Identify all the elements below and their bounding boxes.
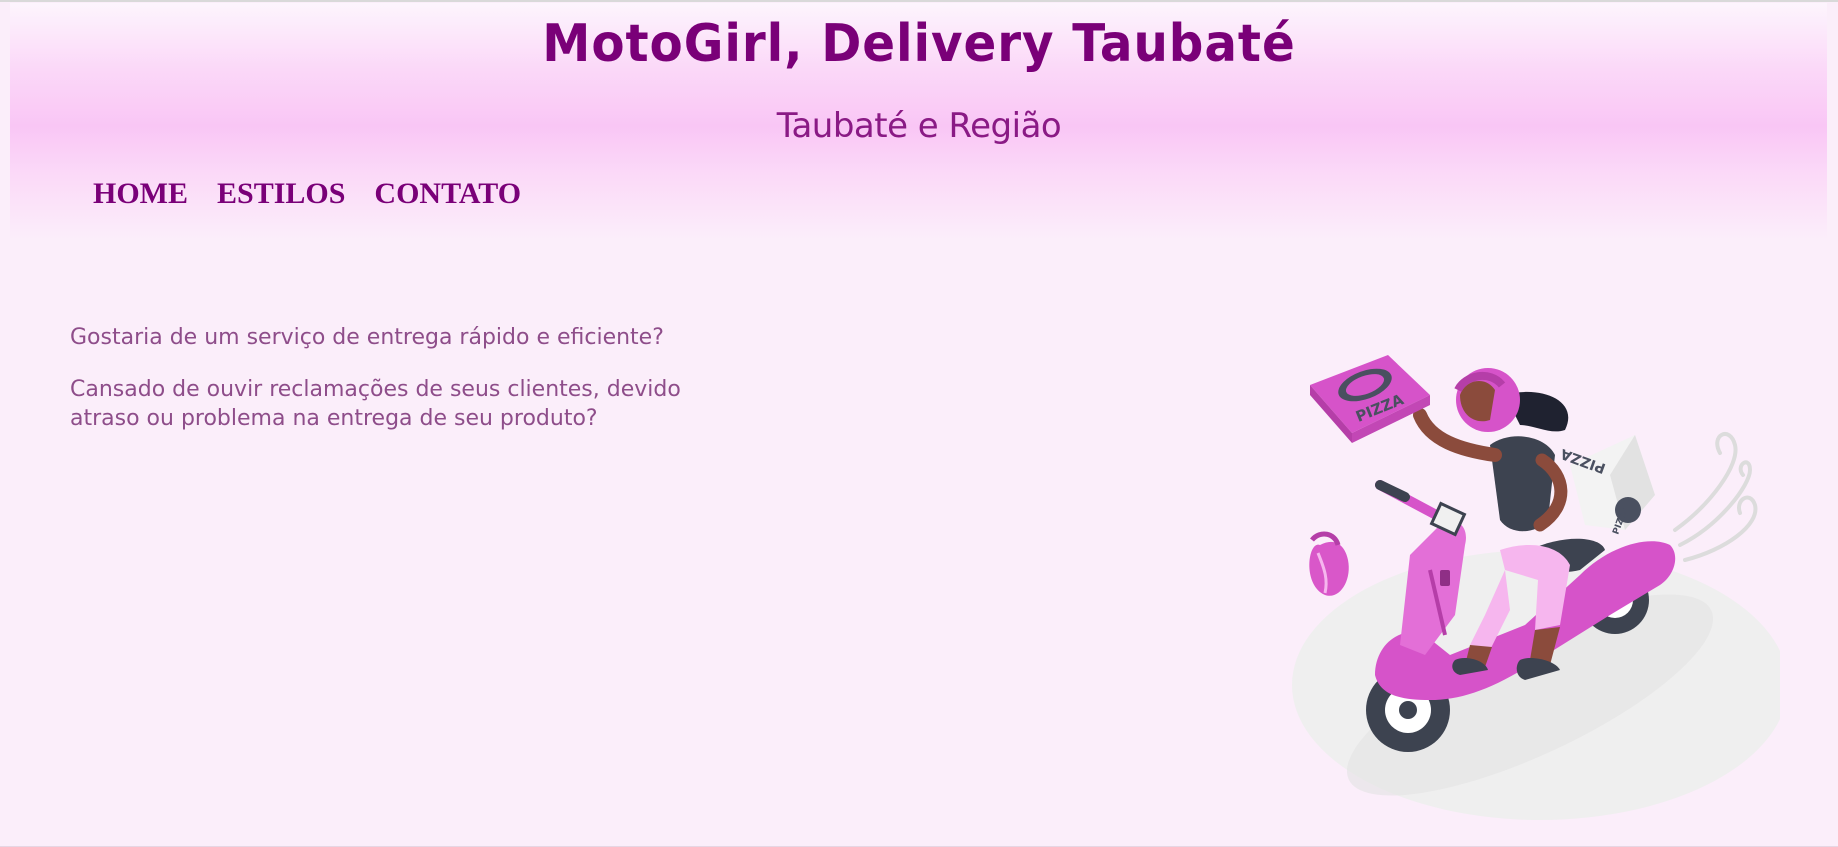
intro-paragraph-1: Gostaria de um serviço de entrega rápido… (70, 325, 664, 350)
top-divider (0, 0, 1838, 2)
spare-helmet (1309, 531, 1349, 596)
page: MotoGirl, Delivery Taubaté Taubaté e Reg… (0, 0, 1838, 847)
rider-helmet (1454, 368, 1520, 432)
nav-item-estilos[interactable]: ESTILOS (217, 177, 345, 211)
pizza-box: PIZZA (1310, 355, 1430, 443)
nav-item-contato[interactable]: CONTATO (374, 177, 521, 211)
intro-text: Gostaria de um serviço de entrega rápido… (70, 323, 710, 456)
site-subtitle: Taubaté e Região (776, 106, 1062, 146)
main-nav: HOME ESTILOS CONTATO (93, 177, 521, 211)
pizza-delivery-scooter-illustration: PIZZA PIZZA PIZZA (1292, 355, 1780, 820)
nav-item-home[interactable]: HOME (93, 177, 188, 211)
delivery-box: PIZZA PIZZA (1558, 435, 1655, 536)
intro-paragraph-2: Cansado de ouvir reclamações de seus cli… (70, 377, 681, 431)
wind-icon (1673, 432, 1758, 562)
site-title: MotoGirl, Delivery Taubaté (542, 14, 1296, 74)
